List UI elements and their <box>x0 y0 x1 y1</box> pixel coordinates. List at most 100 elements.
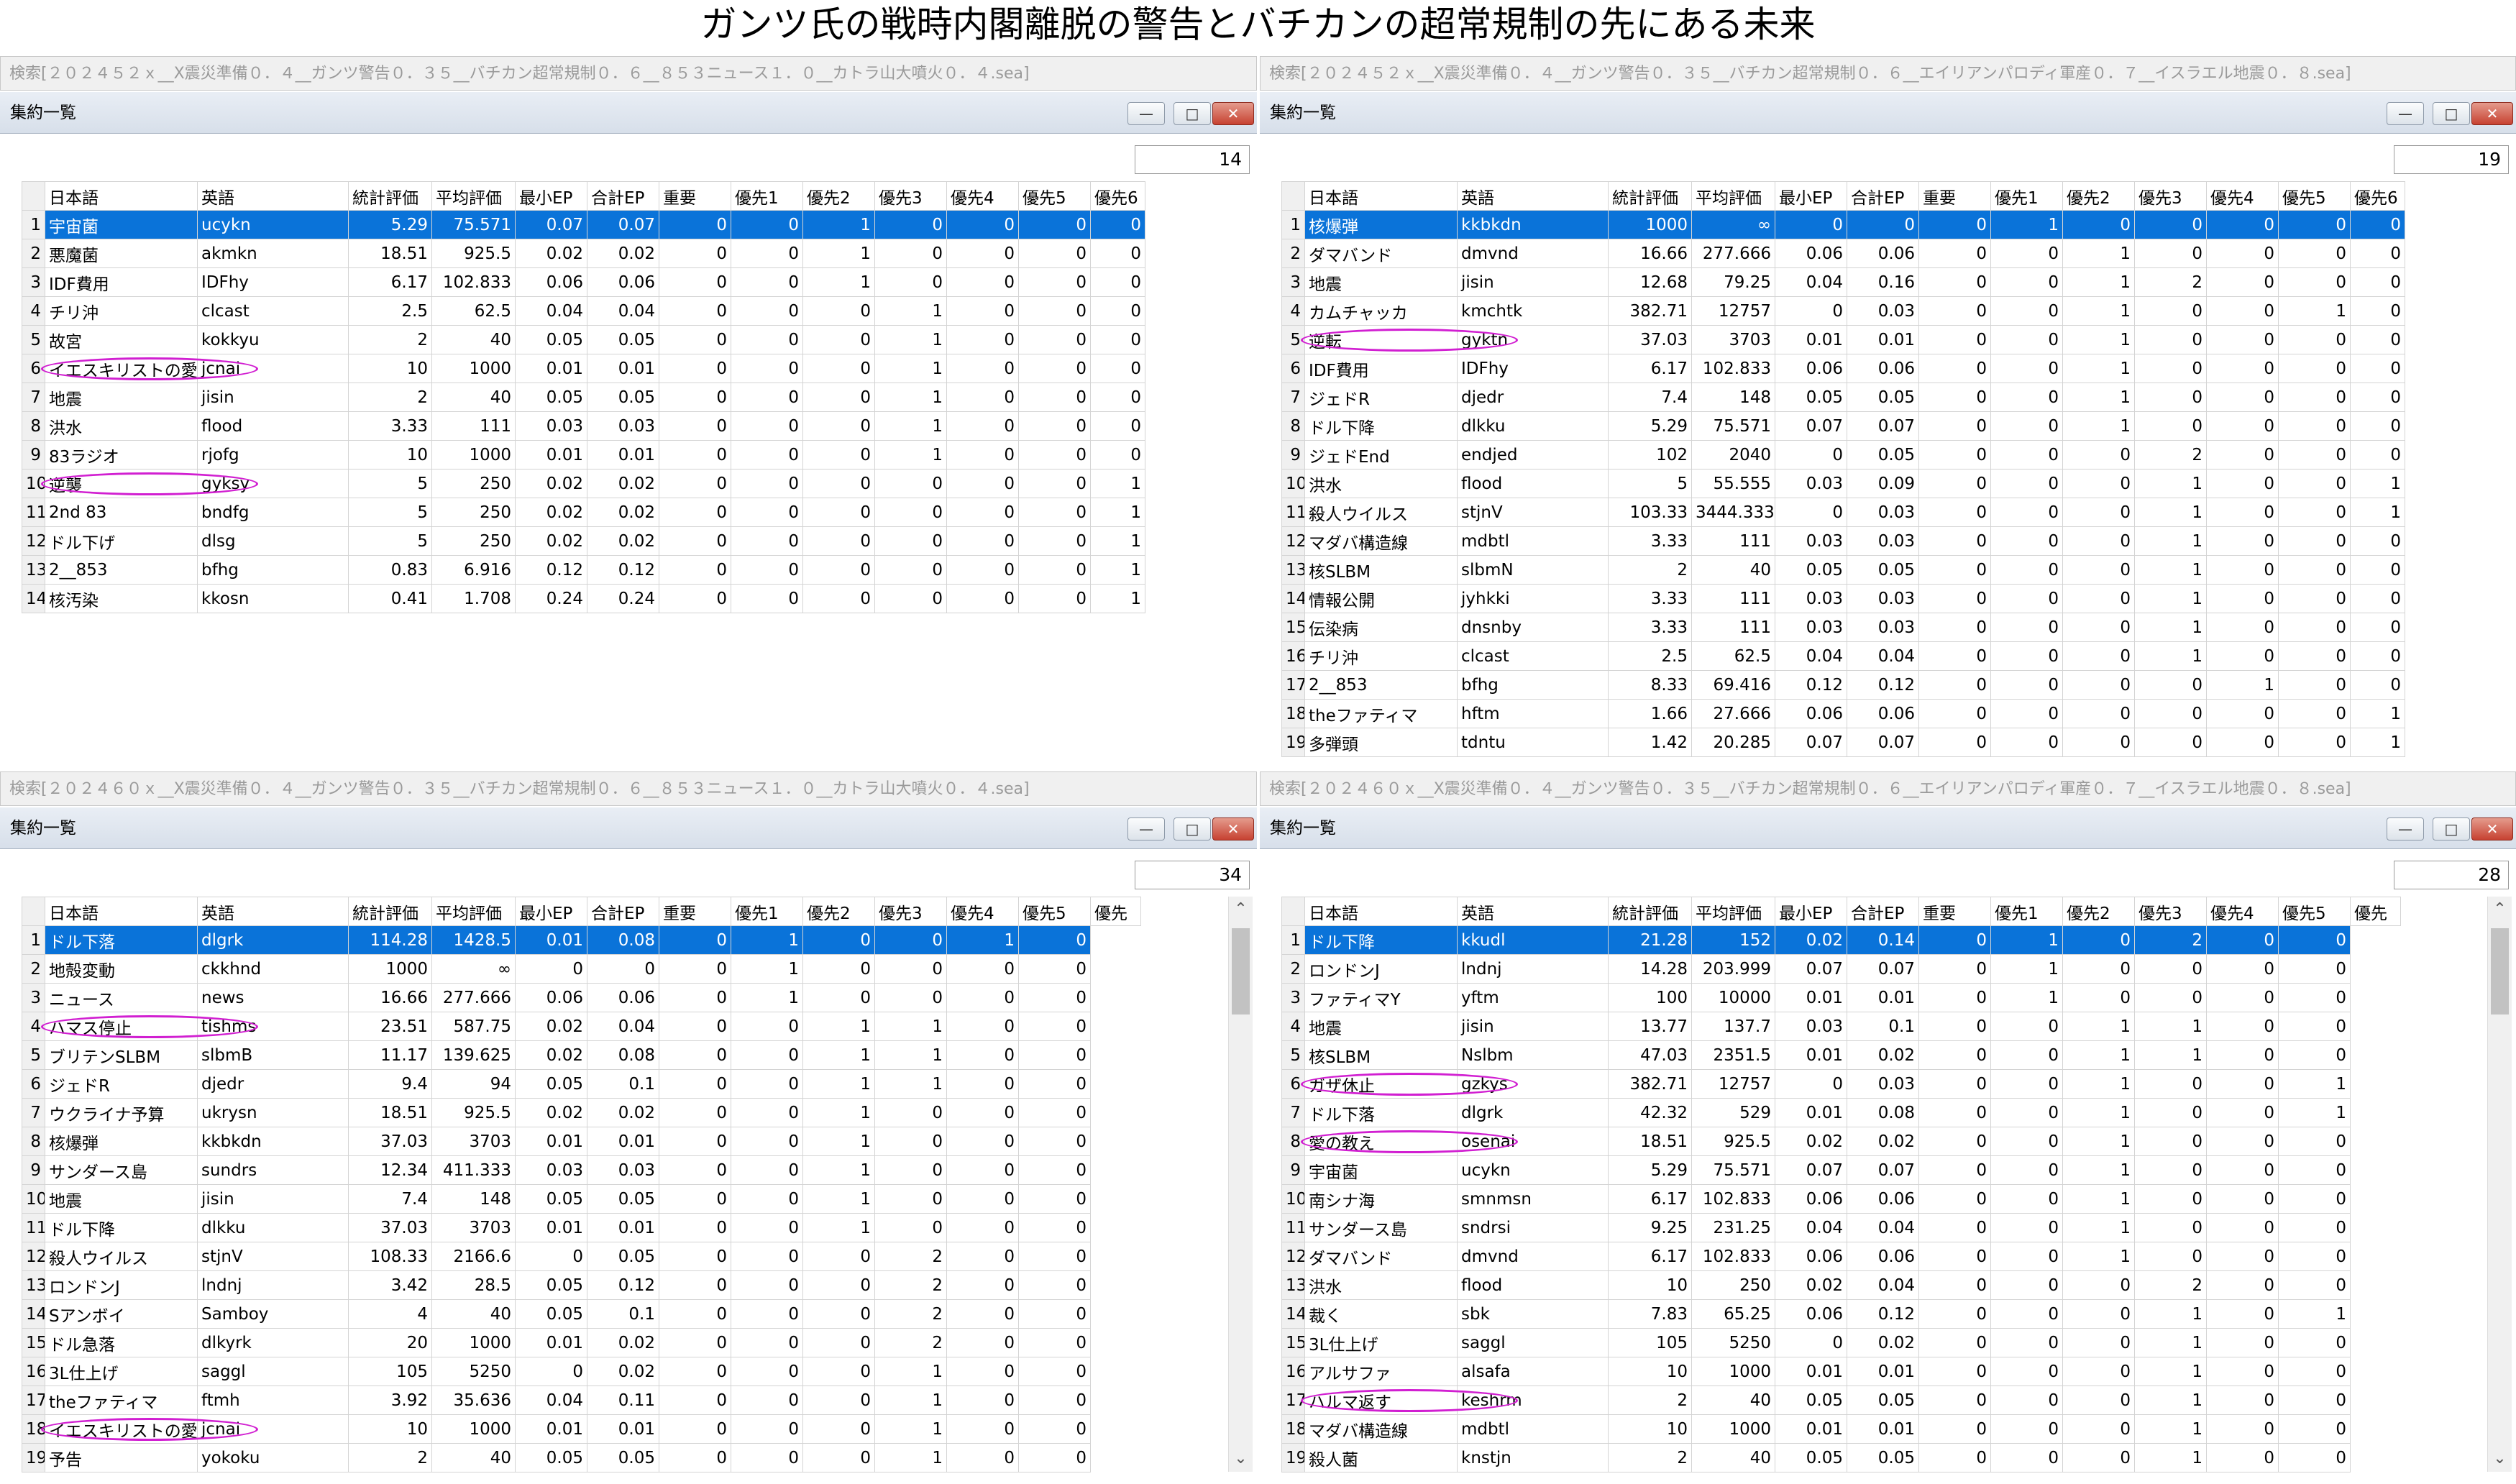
table-row[interactable]: 12 ダマバンド dmvnd 6.17 102.833 0.06 0.06 0 0 1 0 0 0 <box>1281 1242 2401 1271</box>
record-count-field[interactable]: 19 <box>2394 145 2509 174</box>
table-row[interactable]: 15 3L仕上げ saggl 105 5250 0 0.02 0 0 0 1 0 0 <box>1281 1328 2401 1357</box>
column-header[interactable]: 重要 <box>659 897 731 926</box>
table-row[interactable]: 6 ガザ休止 gzkys 382.71 12757 0 0.03 0 0 1 0 0 1 <box>1281 1069 2401 1099</box>
table-row[interactable]: 14 Sアンボイ Samboy 4 40 0.05 0.1 0 0 0 2 0 0 <box>22 1299 1141 1329</box>
column-header[interactable]: 最小EP <box>1775 181 1847 211</box>
column-header[interactable]: 統計評価 <box>1608 181 1692 211</box>
table-row[interactable]: 3 ニュース news 16.66 277.666 0.06 0.06 0 1 0 0 0 0 <box>22 983 1141 1012</box>
vertical-scrollbar[interactable]: ⌃ ⌄ <box>1228 897 1253 1472</box>
table-row[interactable]: 10 逆襲 gyksy 5 250 0.02 0.02 0 0 0 0 0 0 1 <box>22 469 1145 498</box>
table-row[interactable]: 12 マダバ構造線 mdbtl 3.33 111 0.03 0.03 0 0 0 1 0 0 0 <box>1281 526 2405 556</box>
record-count-field[interactable]: 28 <box>2394 861 2509 889</box>
column-header[interactable]: 優先2 <box>802 897 875 926</box>
column-header[interactable]: 合計EP <box>1847 897 1919 926</box>
column-header[interactable]: 優先2 <box>2062 181 2135 211</box>
scroll-down-icon[interactable]: ⌄ <box>2488 1446 2512 1472</box>
table-row[interactable]: 11 サンダース島 sndrsi 9.25 231.25 0.04 0.04 0 0 1 0 0 0 <box>1281 1213 2401 1242</box>
column-header[interactable]: 優先4 <box>946 181 1019 211</box>
table-row[interactable]: 2 悪魔菌 akmkn 18.51 925.5 0.02 0.02 0 0 1 0 0 0 0 <box>22 239 1145 268</box>
table-row[interactable]: 8 核爆弾 kkbkdn 37.03 3703 0.01 0.01 0 0 1 0 0 0 <box>22 1127 1141 1156</box>
table-row[interactable]: 10 洪水 flood 5 55.555 0.03 0.09 0 0 0 1 0 0 1 <box>1281 469 2405 498</box>
column-header[interactable]: 重要 <box>1918 897 1991 926</box>
column-header[interactable]: 優先4 <box>2206 897 2279 926</box>
table-row[interactable]: 1 ドル下落 dlgrk 114.28 1428.5 0.01 0.08 0 1 0 0 1 0 <box>22 925 1141 955</box>
table-row[interactable]: 7 地震 jisin 2 40 0.05 0.05 0 0 0 1 0 0 0 <box>22 383 1145 412</box>
minimize-button[interactable]: — <box>2387 102 2424 125</box>
scroll-up-icon[interactable]: ⌃ <box>2488 897 2512 922</box>
column-header[interactable]: 優先1 <box>731 897 803 926</box>
maximize-button[interactable]: □ <box>2433 102 2470 125</box>
column-header[interactable]: 優先3 <box>874 897 947 926</box>
table-row[interactable]: 9 ジェドEnd endjed 102 2040 0 0.05 0 0 0 2 0 0 0 <box>1281 440 2405 470</box>
table-row[interactable]: 8 愛の教え osenai 18.51 925.5 0.02 0.02 0 0 1 0 0 0 <box>1281 1127 2401 1156</box>
table-row[interactable]: 12 殺人ウイルス stjnV 108.33 2166.6 0 0.05 0 0 0 2 0 0 <box>22 1242 1141 1271</box>
column-header[interactable]: 統計評価 <box>348 897 432 926</box>
column-header[interactable]: 日本語 <box>1304 897 1458 926</box>
column-header[interactable]: 統計評価 <box>1608 897 1692 926</box>
column-header[interactable]: 優先3 <box>2134 181 2207 211</box>
table-row[interactable]: 18 マダバ構造線 mdbtl 10 1000 0.01 0.01 0 0 0 1 0 0 <box>1281 1414 2401 1444</box>
table-row[interactable]: 2 地殻変動 ckkhnd 1000 ∞ 0 0 0 1 0 0 0 0 <box>22 954 1141 984</box>
column-header[interactable]: 優先4 <box>2206 181 2279 211</box>
table-row[interactable]: 9 83ラジオ rjofg 10 1000 0.01 0.01 0 0 0 1 0 0 0 <box>22 440 1145 470</box>
table-row[interactable]: 5 逆転 gyktn 37.03 3703 0.01 0.01 0 0 1 0 0 0 0 <box>1281 325 2405 354</box>
table-row[interactable]: 3 IDF費用 IDFhy 6.17 102.833 0.06 0.06 0 0 1 0 0 0 0 <box>22 267 1145 297</box>
table-row[interactable]: 5 故宮 kokkyu 2 40 0.05 0.05 0 0 0 1 0 0 0 <box>22 325 1145 354</box>
record-count-field[interactable]: 14 <box>1135 145 1250 174</box>
table-row[interactable]: 11 2nd 83 bndfg 5 250 0.02 0.02 0 0 0 0 0 0 1 <box>22 498 1145 527</box>
table-row[interactable]: 4 カムチャッカ kmchtk 382.71 12757 0 0.03 0 0 1 0 0 1 0 <box>1281 296 2405 326</box>
column-header[interactable]: 優先 <box>1090 897 1141 926</box>
column-header[interactable]: 最小EP <box>1775 897 1847 926</box>
column-header[interactable]: 日本語 <box>1304 181 1458 211</box>
column-header[interactable]: 優先1 <box>1990 181 2063 211</box>
maximize-button[interactable]: □ <box>2433 817 2470 841</box>
table-row[interactable]: 4 ハマス停止 tishms 23.51 587.75 0.02 0.04 0 0 1 1 0 0 <box>22 1012 1141 1041</box>
column-header[interactable]: 優先1 <box>1990 897 2063 926</box>
table-row[interactable]: 11 殺人ウイルス stjnV 103.33 3444.333 0 0.03 0 0 0 1 0 0 1 <box>1281 498 2405 527</box>
column-header[interactable]: 重要 <box>659 181 731 211</box>
table-row[interactable]: 14 核汚染 kkosn 0.41 1.708 0.24 0.24 0 0 0 0 0 0 1 <box>22 584 1145 613</box>
table-row[interactable]: 16 アルサファ alsafa 10 1000 0.01 0.01 0 0 0 1 0 0 <box>1281 1357 2401 1386</box>
close-button[interactable]: ✕ <box>2471 102 2513 125</box>
search-query-bar[interactable]: 検索[２０２４６０ｘ__X震災準備０．４__ガンツ警告０．３５__バチカン超常規… <box>1260 771 2516 806</box>
vertical-scrollbar[interactable]: ⌃ ⌄ <box>2487 897 2512 1472</box>
column-header[interactable]: 重要 <box>1918 181 1991 211</box>
table-row[interactable]: 14 裁く sbk 7.83 65.25 0.06 0.12 0 0 0 1 0 1 <box>1281 1299 2401 1329</box>
table-row[interactable]: 13 洪水 flood 10 250 0.02 0.04 0 0 0 2 0 0 <box>1281 1270 2401 1300</box>
table-row[interactable]: 17 theファティマ ftmh 3.92 35.636 0.04 0.11 0 0 0 1 0 0 <box>22 1385 1141 1415</box>
column-header[interactable]: 平均評価 <box>431 897 516 926</box>
table-row[interactable]: 3 ファティマY yftm 100 10000 0.01 0.01 0 1 0 0 0 0 <box>1281 983 2401 1012</box>
column-header[interactable]: 合計EP <box>587 897 659 926</box>
column-header[interactable]: 優先4 <box>946 897 1019 926</box>
column-header[interactable]: 優先3 <box>874 181 947 211</box>
table-row[interactable]: 13 2__853 bfhg 0.83 6.916 0.12 0.12 0 0 0 0 0 0 1 <box>22 555 1145 585</box>
column-header[interactable]: 平均評価 <box>1691 897 1775 926</box>
column-header[interactable]: 最小EP <box>515 897 587 926</box>
table-row[interactable]: 11 ドル下降 dlkku 37.03 3703 0.01 0.01 0 0 1 0 0 0 <box>22 1213 1141 1242</box>
column-header[interactable]: 平均評価 <box>431 181 516 211</box>
record-count-field[interactable]: 34 <box>1135 861 1250 889</box>
table-row[interactable]: 8 洪水 flood 3.33 111 0.03 0.03 0 0 0 1 0 0 0 <box>22 411 1145 441</box>
close-button[interactable]: ✕ <box>2471 817 2513 841</box>
column-header[interactable]: 優先 <box>2350 897 2401 926</box>
table-row[interactable]: 17 ハルマ返す keshrm 2 40 0.05 0.05 0 0 0 1 0 0 <box>1281 1385 2401 1415</box>
table-row[interactable]: 9 宇宙菌 ucykn 5.29 75.571 0.07 0.07 0 0 1 0 0 0 <box>1281 1155 2401 1185</box>
table-row[interactable]: 8 ドル下降 dlkku 5.29 75.571 0.07 0.07 0 0 1 0 0 0 0 <box>1281 411 2405 441</box>
table-row[interactable]: 3 地震 jisin 12.68 79.25 0.04 0.16 0 0 1 2 0 0 0 <box>1281 267 2405 297</box>
scroll-up-icon[interactable]: ⌃ <box>1229 897 1253 922</box>
column-header[interactable]: 日本語 <box>45 897 198 926</box>
close-button[interactable]: ✕ <box>1212 102 1254 125</box>
column-header[interactable]: 英語 <box>197 181 349 211</box>
table-row[interactable]: 17 2__853 bfhg 8.33 69.416 0.12 0.12 0 0 0 0 1 0 0 <box>1281 670 2405 700</box>
table-row[interactable]: 19 予告 yokoku 2 40 0.05 0.05 0 0 0 1 0 0 <box>22 1443 1141 1472</box>
table-row[interactable]: 16 3L仕上げ saggl 105 5250 0 0.02 0 0 0 1 0 0 <box>22 1357 1141 1386</box>
table-row[interactable]: 15 ドル急落 dlkyrk 20 1000 0.01 0.02 0 0 0 2 0 0 <box>22 1328 1141 1357</box>
table-row[interactable]: 7 ウクライナ予算 ukrysn 18.51 925.5 0.02 0.02 0 0 1 0 0 0 <box>22 1098 1141 1127</box>
table-row[interactable]: 5 核SLBM Nslbm 47.03 2351.5 0.01 0.02 0 0 1 1 0 0 <box>1281 1040 2401 1070</box>
search-query-bar[interactable]: 検索[２０２４６０ｘ__X震災準備０．４__ガンツ警告０．３５__バチカン超常規… <box>0 771 1257 806</box>
column-header[interactable]: 優先6 <box>2350 181 2405 211</box>
scroll-down-icon[interactable]: ⌄ <box>1229 1446 1253 1472</box>
minimize-button[interactable]: — <box>1127 102 1165 125</box>
column-header[interactable]: 英語 <box>1457 181 1609 211</box>
table-row[interactable]: 4 チリ沖 clcast 2.5 62.5 0.04 0.04 0 0 0 1 0 0 0 <box>22 296 1145 326</box>
